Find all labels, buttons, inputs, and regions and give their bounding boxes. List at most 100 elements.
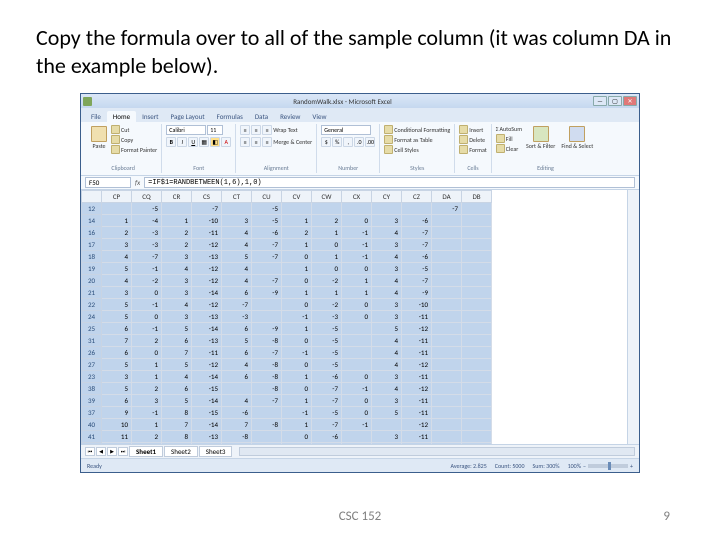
cell[interactable]: -3 (132, 227, 162, 239)
wrap-text-button[interactable]: Wrap Text (273, 125, 297, 135)
cell[interactable] (432, 395, 462, 407)
row-header[interactable]: 25 (82, 323, 102, 335)
merge-center-button[interactable]: Merge & Center (273, 137, 312, 147)
cell[interactable]: 3 (372, 263, 402, 275)
cell[interactable]: -5 (252, 443, 282, 445)
cell[interactable]: -14 (192, 287, 222, 299)
cell[interactable]: -3 (132, 239, 162, 251)
cell[interactable]: -13 (192, 311, 222, 323)
cell[interactable]: -7 (192, 203, 222, 215)
cell[interactable] (462, 287, 492, 299)
cell[interactable]: 6 (222, 287, 252, 299)
tab-data[interactable]: Data (249, 111, 274, 122)
cell[interactable]: 3 (372, 371, 402, 383)
tab-home[interactable]: Home (107, 111, 136, 122)
cell[interactable]: -6 (252, 227, 282, 239)
cell[interactable]: -1 (342, 239, 372, 251)
cell[interactable]: -12 (192, 299, 222, 311)
cell[interactable]: -12 (192, 239, 222, 251)
cell[interactable]: 7 (162, 347, 192, 359)
cut-button[interactable]: Cut (111, 125, 157, 134)
find-select-button[interactable]: Find & Select (559, 125, 595, 150)
cell[interactable]: -14 (192, 395, 222, 407)
cell[interactable]: -14 (192, 419, 222, 431)
cell[interactable]: 0 (342, 215, 372, 227)
cell[interactable] (462, 443, 492, 445)
row-header[interactable]: 41 (82, 431, 102, 443)
cell[interactable]: -14 (192, 371, 222, 383)
row-header[interactable]: 42 (82, 443, 102, 445)
cell[interactable]: -7 (402, 239, 432, 251)
cell[interactable]: 11 (102, 443, 132, 445)
row-header[interactable]: 14 (82, 215, 102, 227)
cell[interactable]: 0 (312, 239, 342, 251)
cell[interactable] (462, 227, 492, 239)
column-header[interactable]: CV (282, 191, 312, 203)
cell[interactable] (462, 383, 492, 395)
cell[interactable]: -1 (282, 443, 312, 445)
font-color-button[interactable]: A (221, 137, 231, 147)
cell[interactable]: 11 (102, 431, 132, 443)
cell[interactable]: 5 (222, 251, 252, 263)
cell[interactable]: -3 (312, 311, 342, 323)
cell[interactable]: 5 (102, 299, 132, 311)
cell[interactable]: -12 (192, 275, 222, 287)
cell[interactable]: 2 (282, 227, 312, 239)
cell[interactable] (432, 227, 462, 239)
cell[interactable] (462, 299, 492, 311)
cell[interactable] (432, 323, 462, 335)
tab-file[interactable]: File (85, 111, 107, 122)
cell[interactable]: 1 (132, 419, 162, 431)
cell[interactable]: -11 (402, 311, 432, 323)
row-header[interactable]: 20 (82, 275, 102, 287)
cell[interactable]: 5 (162, 359, 192, 371)
cell[interactable]: 0 (342, 395, 372, 407)
row-header[interactable]: 38 (82, 383, 102, 395)
cell[interactable]: -5 (312, 359, 342, 371)
cell[interactable] (462, 431, 492, 443)
font-size-select[interactable]: 11 (207, 125, 223, 135)
minimize-button[interactable]: — (593, 96, 607, 106)
cell[interactable] (342, 347, 372, 359)
format-as-table-button[interactable]: Format as Table (384, 135, 450, 144)
paste-button[interactable]: Paste (89, 125, 109, 150)
cell[interactable]: 3 (102, 371, 132, 383)
cell[interactable]: 10 (102, 419, 132, 431)
cell[interactable]: 1 (132, 359, 162, 371)
italic-button[interactable]: I (177, 137, 187, 147)
cell[interactable]: -7 (402, 275, 432, 287)
cell[interactable]: -13 (192, 251, 222, 263)
delete-cells-button[interactable]: Delete (459, 135, 487, 144)
cell[interactable] (462, 347, 492, 359)
row-header[interactable]: 12 (82, 203, 102, 215)
cell[interactable]: 0 (342, 299, 372, 311)
cell[interactable]: 2 (132, 335, 162, 347)
cell[interactable]: 1 (312, 251, 342, 263)
cell[interactable]: 0 (282, 299, 312, 311)
cell[interactable]: -1 (282, 407, 312, 419)
cell[interactable]: 0 (132, 347, 162, 359)
cell[interactable]: -13 (192, 431, 222, 443)
cell[interactable] (432, 311, 462, 323)
cell[interactable]: 9 (162, 443, 192, 445)
sort-filter-button[interactable]: Sort & Filter (524, 125, 557, 150)
cell[interactable]: -1 (132, 323, 162, 335)
cell[interactable]: 3 (372, 239, 402, 251)
number-format-select[interactable]: General (321, 125, 371, 135)
cell[interactable]: -12 (192, 359, 222, 371)
cell[interactable]: 4 (222, 359, 252, 371)
tab-page-layout[interactable]: Page Layout (165, 111, 211, 122)
insert-cells-button[interactable]: Insert (459, 125, 487, 134)
sheet-tab-1[interactable]: Sheet1 (129, 446, 163, 457)
cell[interactable]: 0 (282, 359, 312, 371)
cell[interactable]: 0 (342, 371, 372, 383)
cell[interactable]: 0 (282, 383, 312, 395)
row-header[interactable]: 24 (82, 311, 102, 323)
cell[interactable]: -8 (252, 371, 282, 383)
tab-formulas[interactable]: Formulas (211, 111, 249, 122)
row-header[interactable]: 39 (82, 395, 102, 407)
cell[interactable]: 2 (162, 239, 192, 251)
cell[interactable]: -1 (132, 299, 162, 311)
bold-button[interactable]: B (166, 137, 176, 147)
cell[interactable]: 5 (102, 359, 132, 371)
